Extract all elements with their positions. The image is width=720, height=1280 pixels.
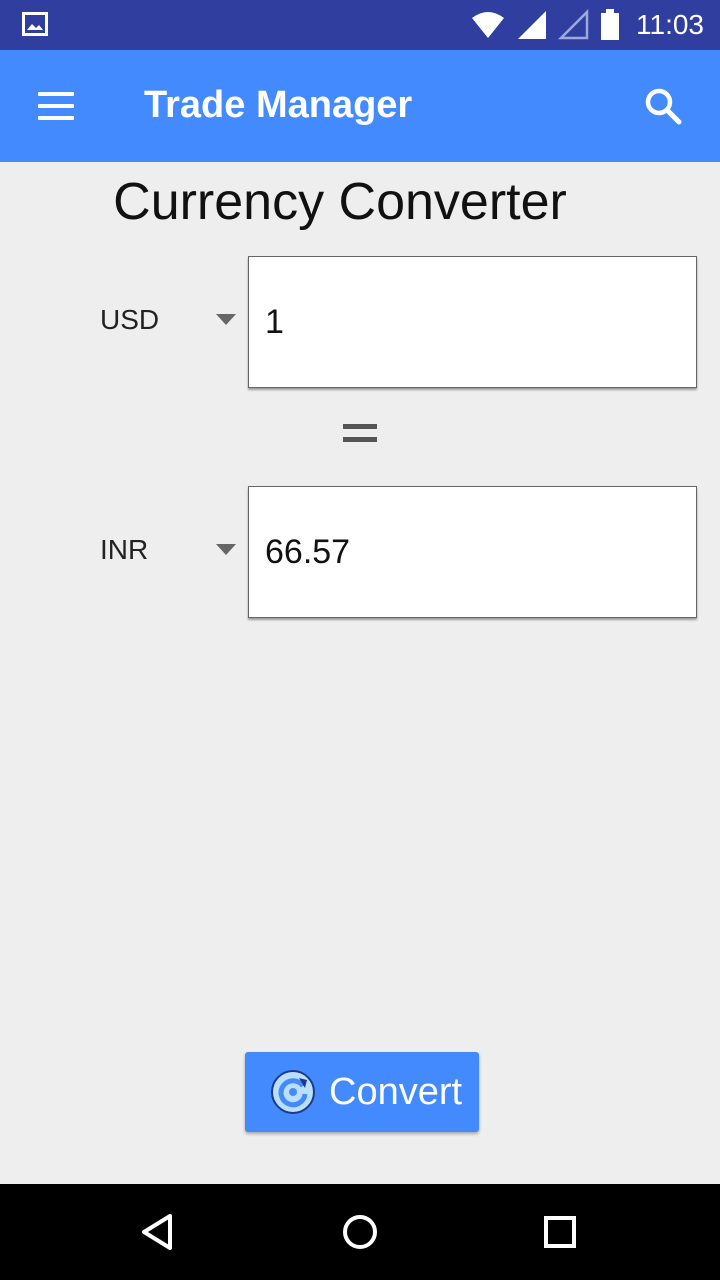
to-currency-select[interactable]: INR <box>100 534 148 566</box>
equals-sign <box>343 424 377 444</box>
status-bar: 11:03 <box>0 0 720 50</box>
status-time: 11:03 <box>636 9 704 40</box>
from-currency-select[interactable]: USD <box>100 304 159 336</box>
convert-button[interactable]: Convert <box>245 1052 479 1132</box>
app-bar: Trade Manager <box>0 50 720 162</box>
menu-icon[interactable] <box>28 82 84 130</box>
to-dropdown-arrow-icon[interactable] <box>216 544 236 555</box>
battery-icon <box>601 9 619 40</box>
signal-icon <box>518 11 546 39</box>
convert-label: Convert <box>329 1070 463 1113</box>
from-amount-input[interactable]: 1 <box>248 256 697 388</box>
to-amount-field[interactable]: 66.57 <box>248 486 697 618</box>
wifi-icon <box>472 12 504 38</box>
from-dropdown-arrow-icon[interactable] <box>216 314 236 325</box>
home-icon[interactable] <box>336 1208 384 1256</box>
image-icon <box>22 12 48 36</box>
recents-icon[interactable] <box>536 1208 584 1256</box>
signal-empty-icon <box>558 9 589 40</box>
back-icon[interactable] <box>136 1208 184 1256</box>
status-icons: 11:03 <box>470 0 704 50</box>
page-title: Currency Converter <box>113 173 567 231</box>
search-icon[interactable] <box>632 80 692 132</box>
navigation-bar <box>0 1184 720 1280</box>
app-title: Trade Manager <box>144 84 413 126</box>
refresh-icon <box>271 1070 315 1114</box>
